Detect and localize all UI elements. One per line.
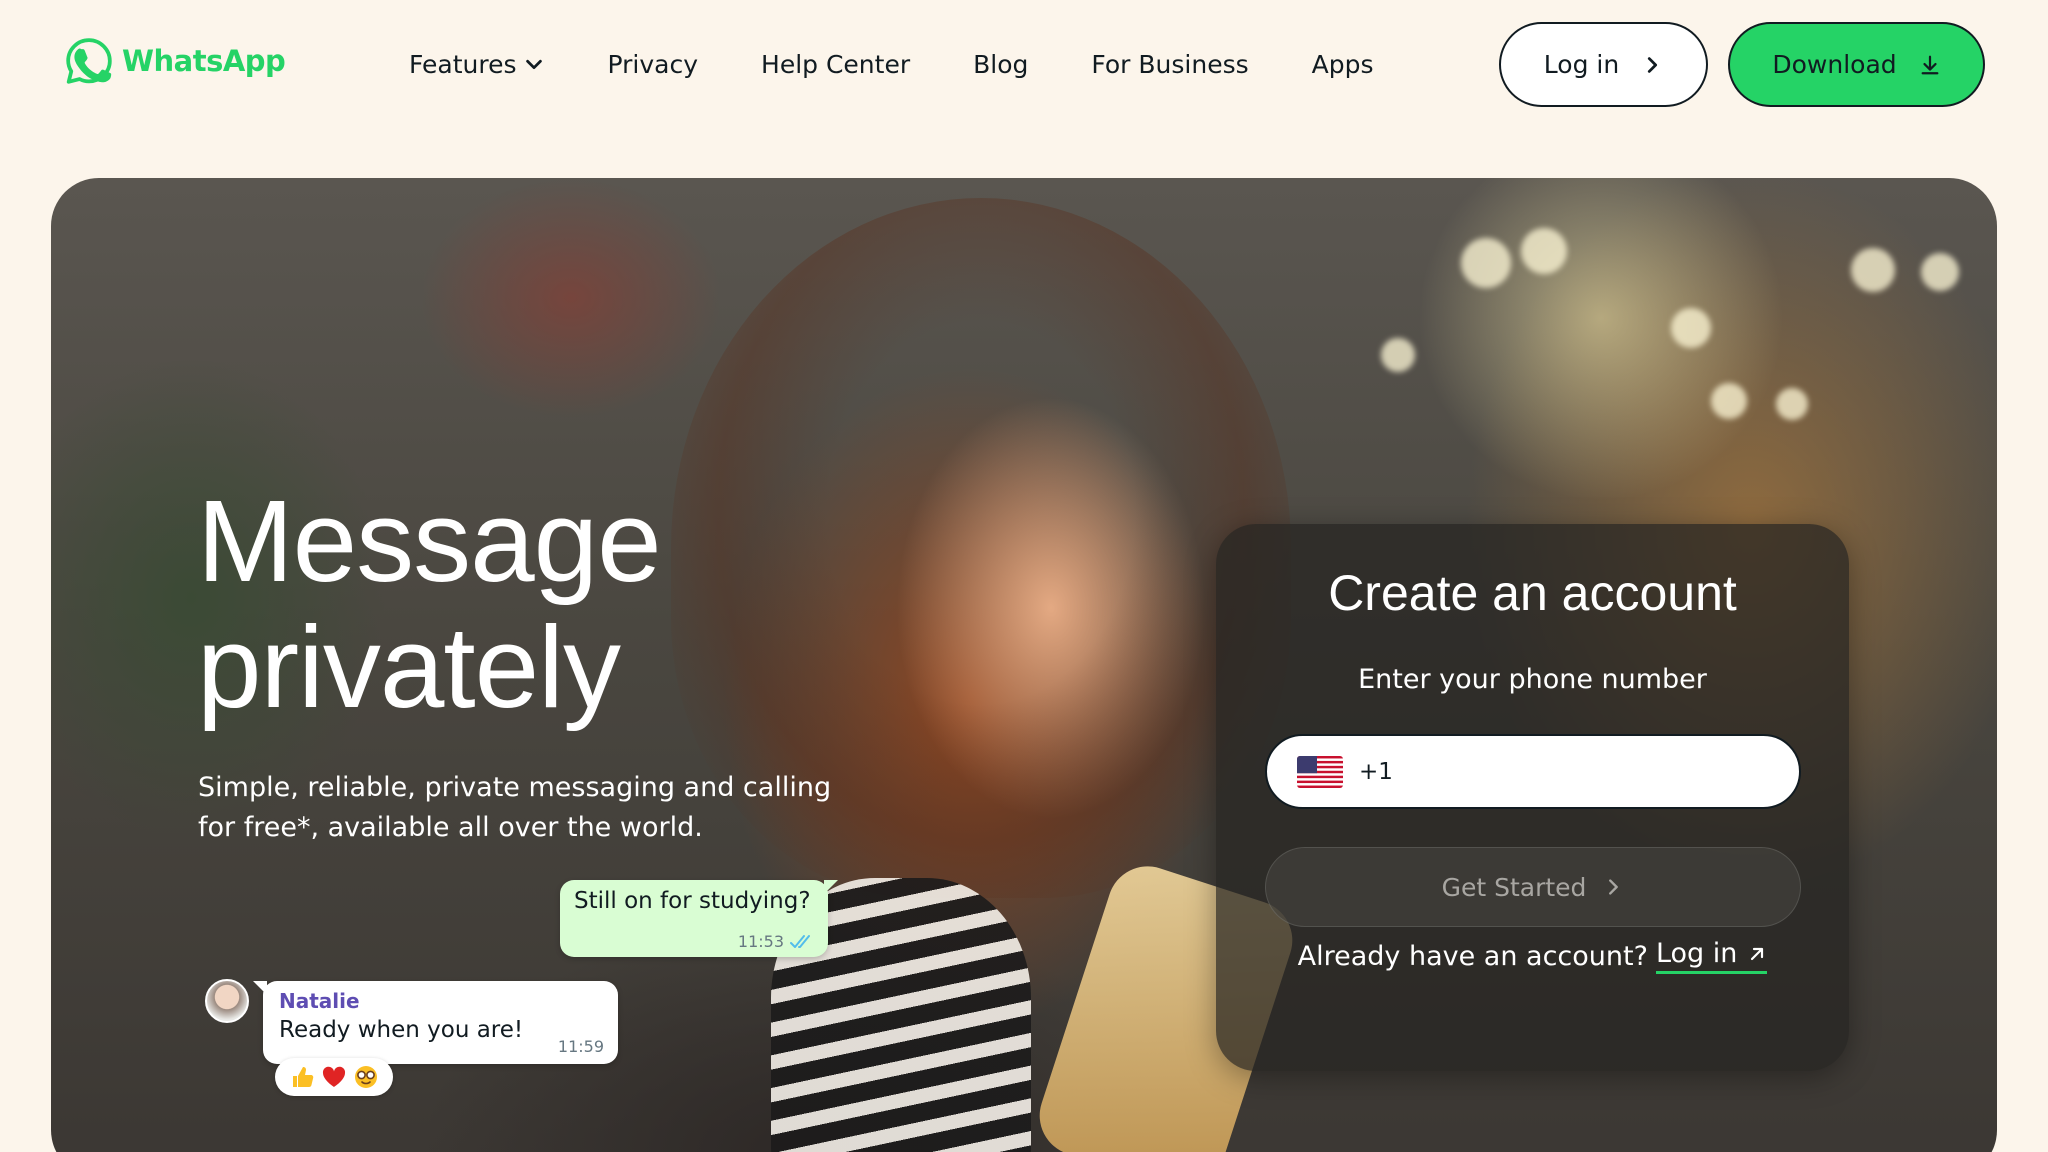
bokeh-light bbox=[1921, 253, 1959, 291]
create-account-card: Create an account Enter your phone numbe… bbox=[1216, 524, 1849, 1071]
hero-title-line-2: privately bbox=[197, 602, 621, 732]
nav-privacy[interactable]: Privacy bbox=[608, 50, 699, 79]
login-button[interactable]: Log in bbox=[1499, 22, 1708, 107]
chevron-right-icon bbox=[1609, 879, 1619, 895]
incoming-message-sender: Natalie bbox=[279, 989, 360, 1013]
download-button-label: Download bbox=[1772, 50, 1897, 79]
download-icon bbox=[1921, 55, 1939, 74]
nerd-face-icon bbox=[355, 1066, 377, 1088]
nav-help-center[interactable]: Help Center bbox=[761, 50, 910, 79]
card-subtitle: Enter your phone number bbox=[1358, 664, 1707, 695]
nav-links: Features Privacy Help Center Blog For Bu… bbox=[409, 44, 1374, 84]
red-heart-icon bbox=[322, 1066, 346, 1087]
whatsapp-logo[interactable]: WhatsApp bbox=[64, 36, 286, 86]
outgoing-message-bubble: Still on for studying? 11:53 bbox=[560, 880, 838, 957]
nav-for-business[interactable]: For Business bbox=[1091, 50, 1248, 79]
chevron-right-icon bbox=[1648, 56, 1658, 73]
incoming-message-text: Ready when you are! bbox=[279, 1017, 524, 1043]
login-button-label: Log in bbox=[1543, 50, 1620, 79]
bokeh-light bbox=[1711, 383, 1747, 419]
hero-subtitle: Simple, reliable, private messaging and … bbox=[198, 772, 832, 843]
incoming-message-time: 11:59 bbox=[557, 1037, 604, 1056]
outgoing-message-time: 11:53 bbox=[737, 932, 784, 951]
bokeh-light bbox=[1461, 238, 1511, 288]
whatsapp-logo-icon bbox=[66, 38, 112, 84]
card-title: Create an account bbox=[1328, 565, 1737, 621]
brand-name: WhatsApp bbox=[122, 44, 286, 78]
outgoing-message-text: Still on for studying? bbox=[574, 888, 811, 914]
already-have-account: Already have an account? Log in bbox=[1216, 938, 1849, 974]
get-started-button[interactable]: Get Started bbox=[1265, 847, 1801, 927]
card-login-link-label: Log in bbox=[1655, 938, 1738, 969]
thumbs-up-icon bbox=[293, 1067, 314, 1087]
outgoing-message-meta: 11:53 bbox=[738, 932, 814, 951]
nav-blog[interactable]: Blog bbox=[973, 50, 1028, 79]
nav-features-label: Features bbox=[409, 49, 517, 79]
bokeh-light bbox=[1851, 248, 1895, 292]
nav-features[interactable]: Features bbox=[409, 50, 545, 79]
phone-number-field[interactable]: +1 bbox=[1265, 734, 1801, 809]
arrow-up-right-icon bbox=[1751, 947, 1764, 960]
already-have-account-text: Already have an account? bbox=[1297, 940, 1648, 972]
dial-code: +1 bbox=[1359, 758, 1393, 785]
incoming-message-bubble: Natalie Ready when you are! 11:59 bbox=[253, 981, 618, 1064]
us-flag-icon[interactable] bbox=[1297, 755, 1343, 788]
bokeh-light bbox=[1776, 388, 1808, 420]
bokeh-light bbox=[1381, 338, 1415, 372]
top-nav: WhatsApp Features Privacy Help Center Bl… bbox=[0, 0, 2048, 130]
bokeh-light bbox=[1671, 308, 1711, 348]
double-check-icon bbox=[790, 934, 810, 948]
hero-section: Message privately Simple, reliable, priv… bbox=[51, 178, 1997, 1152]
card-login-link[interactable]: Log in bbox=[1655, 938, 1768, 974]
message-reactions bbox=[275, 1058, 393, 1096]
get-started-label: Get Started bbox=[1441, 872, 1587, 902]
avatar bbox=[205, 979, 249, 1023]
hero-title-line-1: Message bbox=[197, 476, 662, 606]
nav-apps[interactable]: Apps bbox=[1312, 50, 1374, 79]
bokeh-light bbox=[1521, 228, 1567, 274]
phone-number-input[interactable] bbox=[1408, 741, 1799, 802]
chevron-down-icon bbox=[525, 59, 542, 70]
download-button[interactable]: Download bbox=[1728, 22, 1985, 107]
hero-title: Message privately bbox=[197, 476, 662, 732]
